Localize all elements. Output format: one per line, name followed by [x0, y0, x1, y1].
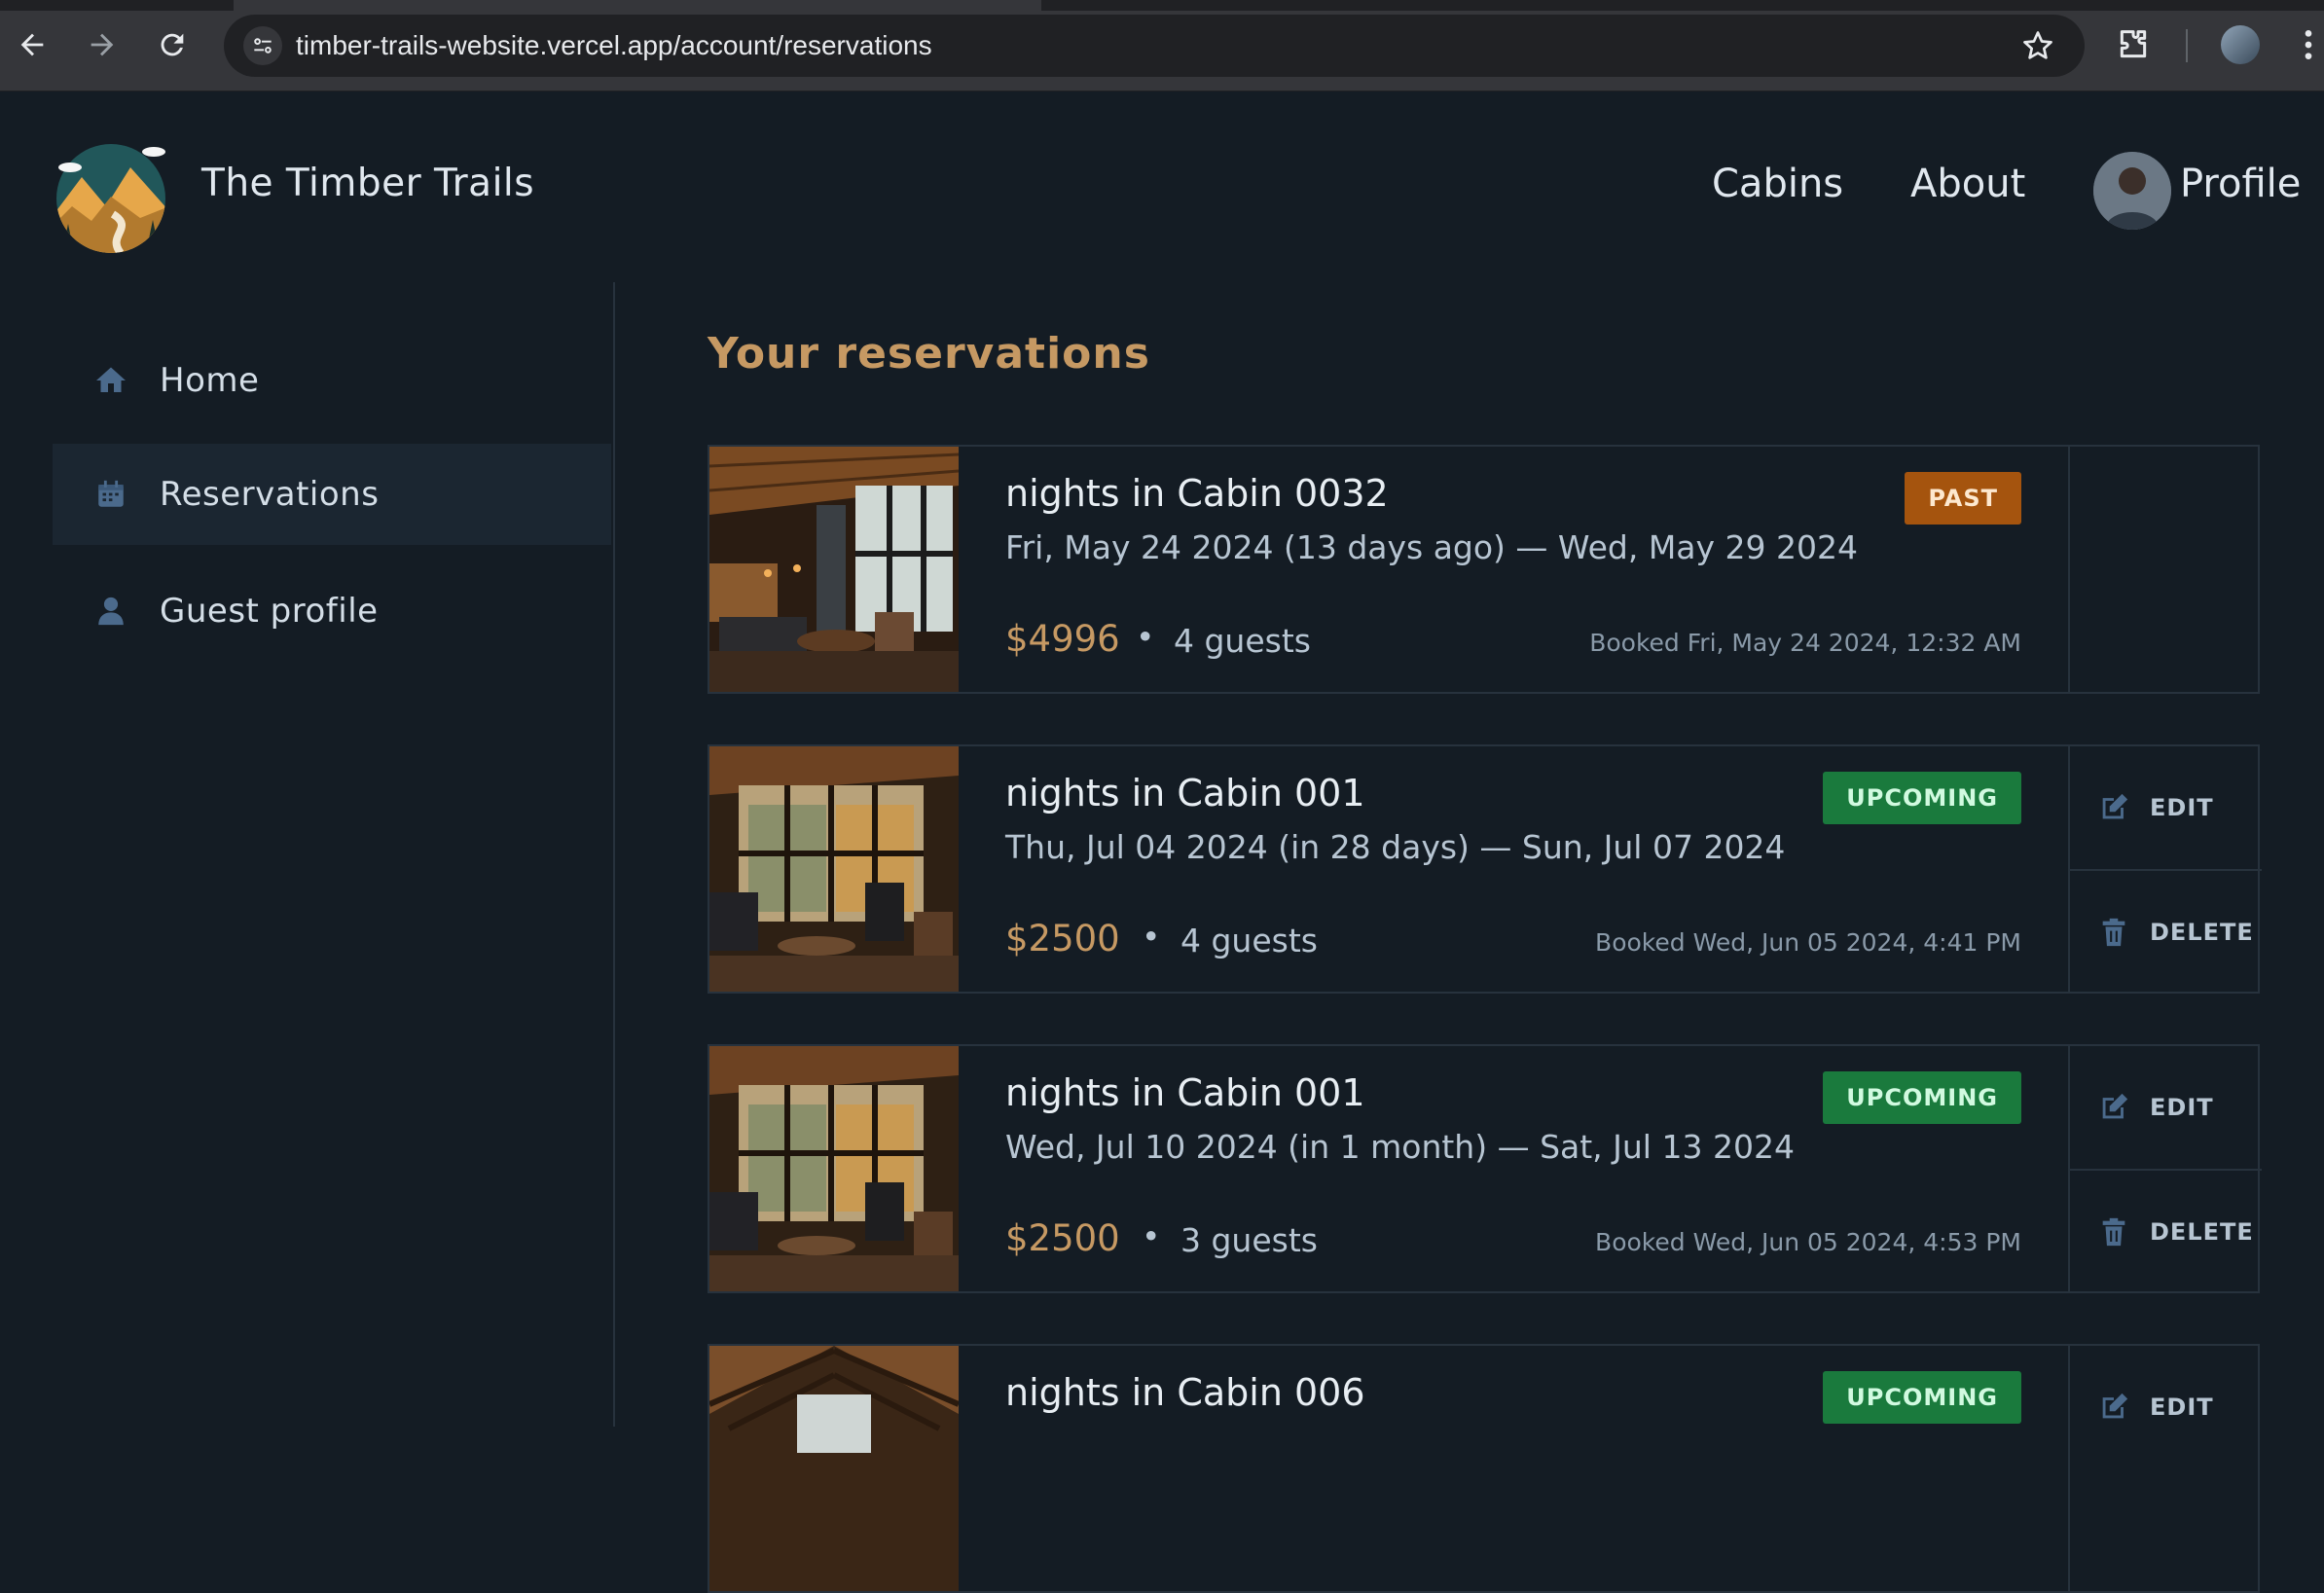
sidebar-item-label: Guest profile [160, 592, 379, 631]
edit-label: EDIT [2150, 1094, 2214, 1121]
reservation-dates: Wed, Jul 10 2024 (in 1 month) — Sat, Jul… [1005, 1128, 1795, 1166]
reservation-guests: 4 guests [1180, 922, 1318, 959]
edit-pencil-icon [2102, 1093, 2128, 1119]
edit-button[interactable]: EDIT [2070, 1346, 2262, 1468]
calendar-icon [91, 475, 130, 514]
address-bar[interactable]: timber-trails-website.vercel.app/account… [224, 15, 2085, 77]
separator-dot: • [1142, 918, 1161, 956]
edit-label: EDIT [2150, 794, 2214, 821]
sidebar-item-label: Reservations [160, 475, 380, 514]
status-badge: PAST [1905, 472, 2021, 525]
reservation-card: nights in Cabin 006 UPCOMING EDIT [708, 1344, 2260, 1593]
nav-link-profile[interactable]: Profile [2180, 162, 2301, 206]
reservation-title: nights in Cabin 001 [1005, 772, 1365, 815]
delete-button[interactable]: DELETE [2070, 1169, 2262, 1293]
cabin-thumbnail[interactable] [709, 1346, 959, 1591]
reservation-title: nights in Cabin 006 [1005, 1371, 1365, 1414]
sidebar-item-guest-profile[interactable]: Guest profile [53, 561, 611, 662]
nav-link-about[interactable]: About [1910, 162, 2025, 206]
bookmark-star-icon[interactable] [2020, 28, 2055, 63]
reservation-details: nights in Cabin 0032 PAST Fri, May 24 20… [959, 447, 2068, 692]
edit-pencil-icon [2102, 1393, 2128, 1419]
separator-dot: • [1136, 618, 1155, 656]
browser-menu-icon[interactable] [2299, 25, 2318, 64]
site-header: The Timber Trails Cabins About Profile [0, 91, 2324, 282]
nav-link-cabins[interactable]: Cabins [1712, 162, 1843, 206]
reservation-price: $2500 [1005, 1217, 1120, 1259]
reservation-actions [2068, 447, 2262, 692]
cabin-thumbnail[interactable] [709, 1046, 959, 1291]
status-badge: UPCOMING [1823, 1071, 2021, 1124]
trash-icon [2102, 1217, 2125, 1247]
delete-label: DELETE [2150, 919, 2254, 946]
edit-button[interactable]: EDIT [2070, 1046, 2262, 1169]
reservation-guests: 4 guests [1174, 622, 1311, 660]
site-settings-icon[interactable] [243, 26, 282, 65]
reservation-dates: Fri, May 24 2024 (13 days ago) — Wed, Ma… [1005, 528, 1859, 566]
trash-icon [2102, 918, 2125, 947]
reservation-dates: Thu, Jul 04 2024 (in 28 days) — Sun, Jul… [1005, 828, 1786, 866]
reservation-title: nights in Cabin 001 [1005, 1071, 1365, 1114]
reservation-actions: EDIT [2068, 1346, 2262, 1591]
sidebar-item-home[interactable]: Home [53, 330, 611, 431]
edit-label: EDIT [2150, 1394, 2214, 1421]
reservation-card: nights in Cabin 001 UPCOMING Thu, Jul 04… [708, 744, 2262, 994]
cabin-thumbnail[interactable] [709, 746, 959, 992]
timber-trails-logo-icon[interactable] [53, 138, 169, 253]
reservation-guests: 3 guests [1180, 1221, 1318, 1259]
booked-date: Booked Fri, May 24 2024, 12:32 AM [1589, 629, 2021, 657]
sidebar-item-label: Home [160, 361, 260, 400]
reservation-details: nights in Cabin 006 UPCOMING [959, 1346, 2068, 1591]
sidebar-item-reservations[interactable]: Reservations [53, 444, 611, 545]
reservation-details: nights in Cabin 001 UPCOMING Wed, Jul 10… [959, 1046, 2068, 1291]
home-icon [91, 361, 130, 400]
page-title: Your reservations [708, 329, 1150, 379]
brand-name[interactable]: The Timber Trails [201, 162, 534, 205]
browser-profile-avatar[interactable] [2221, 25, 2260, 64]
edit-button[interactable]: EDIT [2070, 746, 2262, 869]
reservation-actions: EDIT DELETE [2068, 1046, 2262, 1291]
reservation-card: nights in Cabin 0032 PAST Fri, May 24 20… [708, 445, 2260, 694]
toolbar-divider [2186, 29, 2188, 62]
status-badge: UPCOMING [1823, 1371, 2021, 1424]
delete-label: DELETE [2150, 1218, 2254, 1246]
reservation-title: nights in Cabin 0032 [1005, 472, 1389, 515]
account-sidebar: Home Reservations Guest profile [0, 282, 615, 1427]
edit-pencil-icon [2102, 793, 2128, 819]
extensions-puzzle-icon[interactable] [2114, 25, 2153, 64]
separator-dot: • [1142, 1217, 1161, 1255]
status-badge: UPCOMING [1823, 772, 2021, 824]
reservation-card: nights in Cabin 001 UPCOMING Wed, Jul 10… [708, 1044, 2262, 1293]
reservation-price: $2500 [1005, 918, 1120, 959]
reservation-price: $4996 [1005, 618, 1120, 660]
back-arrow-icon [20, 33, 44, 56]
cabin-thumbnail[interactable] [709, 447, 959, 692]
booked-date: Booked Wed, Jun 05 2024, 4:53 PM [1595, 1228, 2021, 1256]
reload-icon [161, 33, 184, 56]
url-text[interactable]: timber-trails-website.vercel.app/account… [296, 15, 932, 77]
active-tab[interactable] [234, 0, 1041, 11]
booked-date: Booked Wed, Jun 05 2024, 4:41 PM [1595, 928, 2021, 957]
reload-button[interactable] [150, 22, 195, 67]
forward-button[interactable] [80, 22, 125, 67]
profile-avatar[interactable] [2093, 152, 2171, 230]
browser-toolbar: timber-trails-website.vercel.app/account… [0, 0, 2324, 91]
user-icon [91, 592, 130, 631]
back-button[interactable] [10, 22, 54, 67]
forward-arrow-icon [91, 33, 114, 56]
tab-strip [0, 0, 2324, 11]
delete-button[interactable]: DELETE [2070, 869, 2262, 994]
reservation-actions: EDIT DELETE [2068, 746, 2262, 992]
reservation-details: nights in Cabin 001 UPCOMING Thu, Jul 04… [959, 746, 2068, 992]
